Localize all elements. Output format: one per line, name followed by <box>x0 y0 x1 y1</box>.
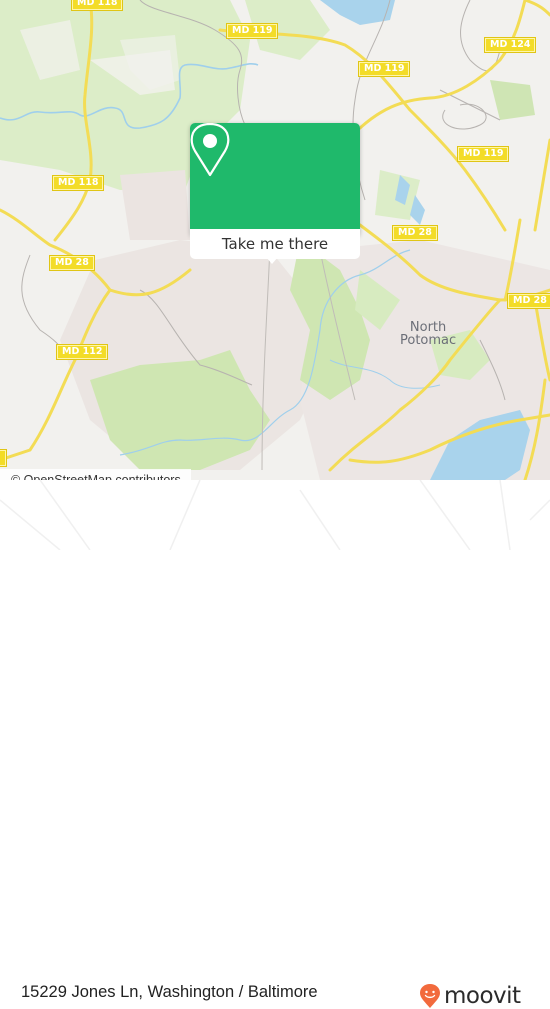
road-label: MD 112 <box>55 344 109 360</box>
road-label: MD 119 <box>225 23 279 39</box>
road-label: MD 119 <box>357 61 411 77</box>
road-label: MD 119 <box>456 146 510 162</box>
place-label-north-potomac: North Potomac <box>400 320 457 348</box>
destination-popup: Take me there <box>190 123 360 264</box>
residential-area <box>120 170 190 240</box>
footer-background-pattern <box>0 480 550 550</box>
popup-header <box>190 123 360 229</box>
footer: 15229 Jones Ln, Washington / Baltimore m… <box>0 480 550 1008</box>
moovit-logo: moovit <box>419 983 521 1009</box>
road-label: MD 28 <box>49 255 95 271</box>
road-label: MD 28 <box>507 293 550 309</box>
map-attribution[interactable]: © OpenStreetMap contributors <box>0 469 191 480</box>
map-view[interactable]: MD 118 MD 119 MD 124 MD 119 MD 119 MD 11… <box>0 0 550 480</box>
moovit-wordmark: moovit <box>444 983 521 1009</box>
road-label: MD 124 <box>483 37 537 53</box>
road-label: MD 28 <box>392 225 438 241</box>
moovit-smiley-pin-icon <box>420 984 440 1008</box>
take-me-there-button[interactable]: Take me there <box>190 229 360 259</box>
road-label-partial <box>0 449 7 467</box>
location-pin-icon <box>190 123 230 177</box>
address-label: 15229 Jones Ln, Washington / Baltimore <box>21 983 318 1001</box>
popup-pointer <box>266 257 278 264</box>
road-label: MD 118 <box>51 175 105 191</box>
road-label: MD 118 <box>70 0 124 11</box>
